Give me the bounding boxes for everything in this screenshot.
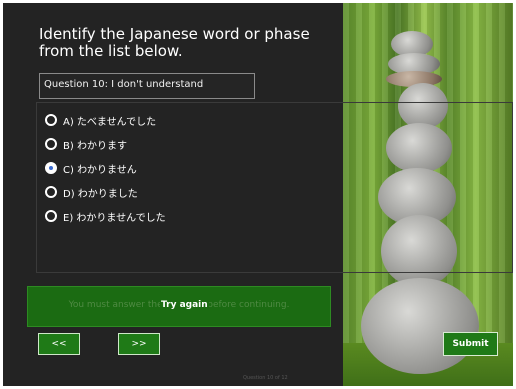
radio-icon[interactable] (45, 186, 57, 198)
next-button[interactable]: >> (118, 333, 160, 355)
quiz-instructions: Identify the Japanese word or phase from… (39, 25, 310, 60)
question-text: Question 10: I don't understand (44, 79, 204, 90)
feedback-banner: You must answer the question before cont… (27, 286, 331, 327)
try-again-label: Try again (160, 300, 209, 310)
radio-icon[interactable] (45, 114, 57, 126)
submit-button[interactable]: Submit (443, 332, 498, 356)
previous-button[interactable]: << (38, 333, 80, 355)
option-e[interactable]: E) わかりませんでした (45, 208, 166, 224)
radio-selected-icon[interactable] (45, 162, 57, 174)
question-box: Question 10: I don't understand (39, 73, 255, 99)
option-c[interactable]: C) わかりません (45, 160, 137, 176)
stone-base (361, 278, 479, 374)
option-a[interactable]: A) たべませんでした (45, 112, 156, 128)
option-label: E) わかりませんでした (63, 212, 166, 224)
answer-options: A) たべませんでした B) わかります C) わかりません D) わかりました… (36, 102, 513, 273)
option-label: A) たべませんでした (63, 116, 157, 128)
radio-icon[interactable] (45, 210, 57, 222)
option-label: B) わかります (63, 140, 127, 152)
quiz-frame: Identify the Japanese word or phase from… (3, 3, 513, 386)
option-b[interactable]: B) わかります (45, 136, 127, 152)
progress-indicator: Question 10 of 12 (243, 375, 288, 381)
option-label: D) わかりました (63, 188, 138, 200)
radio-icon[interactable] (45, 138, 57, 150)
option-d[interactable]: D) わかりました (45, 184, 138, 200)
option-label: C) わかりません (63, 164, 137, 176)
